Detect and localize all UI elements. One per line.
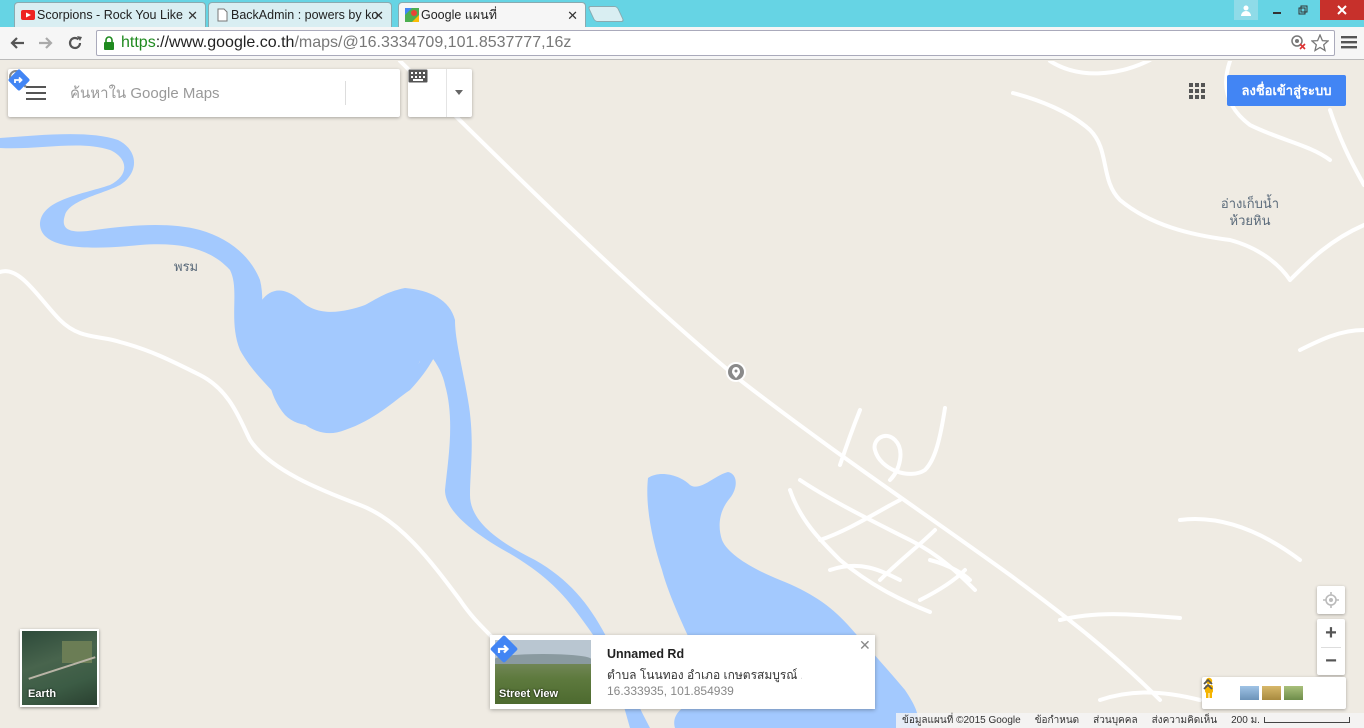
chevron-up-icon[interactable] bbox=[1202, 677, 1214, 691]
map-footer: ข้อมูลแผนที่ ©2015 Google ข้อกำหนด ส่วนบ… bbox=[896, 713, 1364, 728]
map-data-credit: ข้อมูลแผนที่ ©2015 Google bbox=[902, 715, 1021, 726]
page-icon bbox=[217, 8, 228, 22]
feedback-link[interactable]: ส่งความคิดเห็น bbox=[1152, 713, 1218, 728]
apps-grid-icon[interactable] bbox=[1189, 83, 1205, 99]
tab-title: Scorpions - Rock You Like bbox=[37, 8, 183, 22]
search-input[interactable] bbox=[70, 82, 300, 104]
restore-icon[interactable] bbox=[1292, 0, 1314, 20]
signin-button[interactable]: ลงชื่อเข้าสู่ระบบ bbox=[1227, 75, 1346, 106]
scale-label: 200 ม. bbox=[1231, 715, 1260, 726]
map-graphics bbox=[0, 61, 1364, 728]
keyboard-icon[interactable] bbox=[408, 69, 428, 83]
street-view-label: Street View bbox=[499, 688, 559, 700]
zoom-control: + − bbox=[1317, 619, 1345, 675]
imagery-thumbnail[interactable] bbox=[1284, 686, 1303, 700]
input-tools bbox=[408, 69, 472, 117]
back-arrow-icon bbox=[10, 37, 24, 49]
street-view-bar bbox=[1202, 677, 1346, 709]
new-tab-button[interactable] bbox=[587, 6, 625, 22]
reload-icon bbox=[68, 36, 82, 50]
chrome-menu-icon[interactable] bbox=[1341, 35, 1357, 49]
forward-arrow-icon bbox=[39, 37, 53, 49]
back-button[interactable] bbox=[6, 33, 28, 53]
map-canvas[interactable]: พรม อ่างเก็บน้ำ ห้วยหิน ลงชื่อเข้าสู่ระบ… bbox=[0, 61, 1364, 728]
map-pin-icon bbox=[726, 362, 746, 382]
my-location-button[interactable] bbox=[1317, 586, 1345, 614]
url-scheme: https bbox=[121, 34, 156, 51]
user-icon[interactable] bbox=[1234, 0, 1258, 20]
earth-toggle[interactable]: Earth bbox=[20, 629, 99, 707]
url-path: /maps/@16.3334709,101.8537777,16z bbox=[294, 34, 572, 51]
reload-button[interactable] bbox=[64, 33, 86, 53]
reservoir-label-line2: ห้วยหิน bbox=[1229, 213, 1271, 228]
place-title[interactable]: Unnamed Rd bbox=[607, 647, 684, 661]
minimize-icon[interactable] bbox=[1266, 0, 1288, 20]
tab-title: Google แผนที่ bbox=[421, 8, 497, 22]
search-box bbox=[8, 69, 400, 117]
google-maps-icon bbox=[405, 8, 419, 22]
zoom-out-button[interactable]: − bbox=[1317, 647, 1345, 675]
chevron-down-icon[interactable] bbox=[455, 90, 463, 95]
place-address: ตำบล โนนทอง อำเภอ เกษตรสมบูรณ์ ... bbox=[607, 668, 802, 682]
youtube-icon bbox=[21, 10, 35, 20]
river-label: พรม bbox=[174, 259, 199, 274]
tab-close-icon[interactable]: ✕ bbox=[373, 8, 384, 24]
scale-indicator[interactable]: 200 ม. bbox=[1231, 713, 1350, 728]
tab-close-icon[interactable]: ✕ bbox=[187, 8, 198, 24]
privacy-link[interactable]: ส่วนบุคคล bbox=[1093, 713, 1137, 728]
close-icon[interactable]: ✕ bbox=[859, 637, 871, 654]
scale-bar bbox=[1263, 717, 1350, 724]
url-host: ://www.google.co.th bbox=[155, 34, 295, 51]
lock-icon bbox=[104, 36, 114, 50]
tab-google-maps[interactable]: Google แผนที่ ✕ bbox=[398, 2, 586, 27]
zoom-in-button[interactable]: + bbox=[1317, 619, 1345, 647]
browser-tabstrip: Scorpions - Rock You Like ✕ BackAdmin : … bbox=[0, 0, 1364, 27]
location-blocked-icon[interactable] bbox=[1289, 34, 1307, 52]
tab-title: BackAdmin : powers by ko bbox=[231, 8, 379, 22]
window-close-icon[interactable] bbox=[1320, 0, 1364, 20]
directions-icon[interactable] bbox=[8, 69, 30, 91]
forward-button[interactable] bbox=[35, 33, 57, 53]
reservoir-label-line1: อ่างเก็บน้ำ bbox=[1220, 196, 1280, 211]
tab-close-icon[interactable]: ✕ bbox=[567, 8, 578, 24]
search-divider bbox=[345, 81, 346, 105]
reservoir-label: อ่างเก็บน้ำ ห้วยหิน bbox=[1210, 195, 1290, 229]
earth-label: Earth bbox=[28, 688, 57, 700]
place-coords: 16.333935, 101.854939 bbox=[607, 684, 734, 698]
imagery-thumbnail[interactable] bbox=[1262, 686, 1281, 700]
location-info-card: Street View Unnamed Rd ตำบล โนนทอง อำเภอ… bbox=[490, 635, 875, 709]
browser-toolbar: https://www.google.co.th/maps/@16.333470… bbox=[0, 27, 1364, 60]
kbd-divider bbox=[446, 69, 447, 117]
tab-scorpions[interactable]: Scorpions - Rock You Like ✕ bbox=[14, 2, 206, 27]
address-bar[interactable]: https://www.google.co.th/maps/@16.333470… bbox=[96, 30, 1335, 56]
terms-link[interactable]: ข้อกำหนด bbox=[1035, 713, 1079, 728]
tab-backadmin[interactable]: BackAdmin : powers by ko ✕ bbox=[208, 2, 392, 27]
crosshair-icon bbox=[1323, 592, 1339, 608]
imagery-thumbnail[interactable] bbox=[1240, 686, 1259, 700]
directions-icon[interactable] bbox=[490, 635, 518, 663]
bookmark-star-icon[interactable] bbox=[1310, 33, 1330, 52]
